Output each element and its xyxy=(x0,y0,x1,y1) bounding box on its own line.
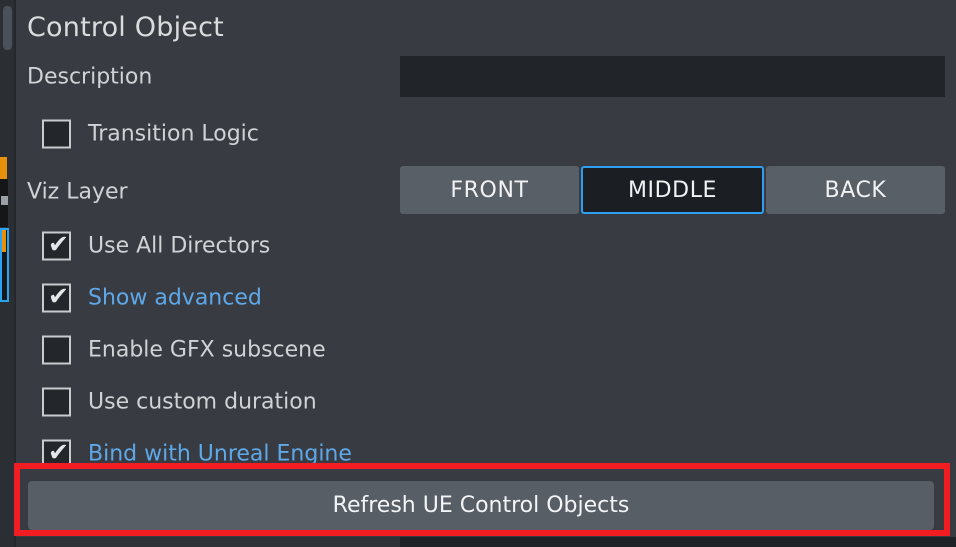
use-custom-duration-checkbox[interactable] xyxy=(42,387,71,417)
description-input[interactable] xyxy=(400,56,945,97)
refresh-highlight-box: Refresh UE Control Objects xyxy=(14,463,950,536)
use-all-directors-label: Use All Directors xyxy=(88,233,271,259)
use-all-directors-checkbox[interactable]: ✔ xyxy=(42,229,71,261)
viz-layer-option-front[interactable]: FRONT xyxy=(400,166,579,214)
enable-gfx-subscene-row[interactable]: Enable GFX subscene xyxy=(16,324,956,376)
check-icon: ✔ xyxy=(48,229,69,259)
refresh-ue-control-objects-button[interactable]: Refresh UE Control Objects xyxy=(28,481,934,530)
transition-logic-label: Transition Logic xyxy=(88,121,259,147)
viz-layer-option-back[interactable]: BACK xyxy=(766,166,945,214)
transition-logic-row[interactable]: Transition Logic xyxy=(16,108,956,160)
use-all-directors-row[interactable]: ✔ Use All Directors xyxy=(16,220,956,272)
vertical-scrollbar-thumb[interactable] xyxy=(3,6,12,50)
viz-layer-label: Viz Layer xyxy=(27,179,128,205)
enable-gfx-subscene-label: Enable GFX subscene xyxy=(88,337,326,363)
left-gutter-strip xyxy=(0,0,14,547)
check-icon: ✔ xyxy=(48,281,69,311)
timeline-selection-marker-orange xyxy=(2,230,6,252)
transition-logic-checkbox[interactable] xyxy=(42,119,71,149)
use-custom-duration-label: Use custom duration xyxy=(88,389,317,415)
enable-gfx-subscene-checkbox[interactable] xyxy=(42,335,71,365)
viz-layer-option-middle[interactable]: MIDDLE xyxy=(581,166,764,214)
timeline-marker-gray xyxy=(1,196,8,205)
bottom-strip-dark xyxy=(400,537,956,547)
timeline-marker-orange xyxy=(0,157,7,179)
page-title: Control Object xyxy=(27,12,224,43)
viz-layer-button-group: FRONT MIDDLE BACK xyxy=(400,166,945,214)
show-advanced-row[interactable]: ✔ Show advanced xyxy=(16,272,956,324)
show-advanced-checkbox[interactable]: ✔ xyxy=(42,281,71,313)
show-advanced-label[interactable]: Show advanced xyxy=(88,286,262,311)
description-label: Description xyxy=(27,64,153,90)
use-custom-duration-row[interactable]: Use custom duration xyxy=(16,376,956,428)
